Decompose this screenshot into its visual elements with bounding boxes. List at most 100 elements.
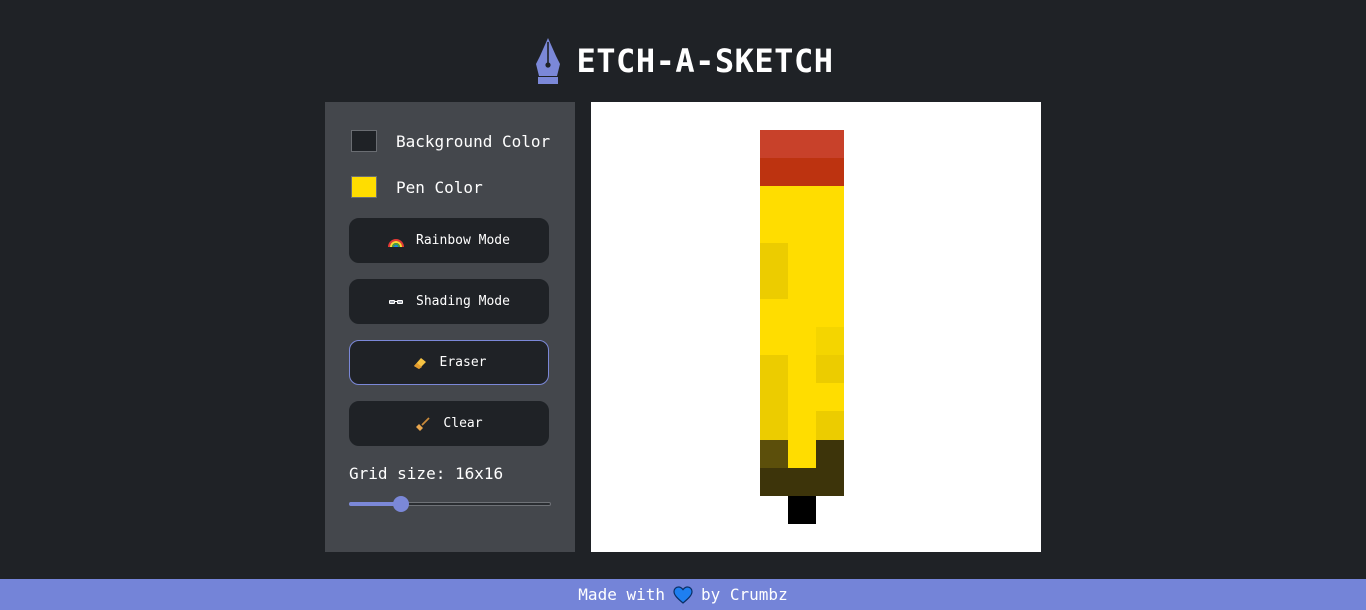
grid-cell[interactable] — [816, 186, 845, 215]
grid-cell[interactable] — [844, 102, 873, 131]
grid-cell[interactable] — [984, 467, 1013, 496]
grid-cell[interactable] — [591, 327, 620, 356]
grid-cell[interactable] — [900, 327, 929, 356]
grid-cell[interactable] — [591, 355, 620, 384]
grid-cell[interactable] — [928, 158, 957, 187]
grid-cell[interactable] — [1012, 102, 1041, 131]
grid-cell[interactable] — [872, 102, 901, 131]
grid-cell[interactable] — [703, 102, 732, 131]
grid-cell[interactable] — [816, 411, 845, 440]
grid-cell[interactable] — [591, 214, 620, 243]
grid-cell[interactable] — [956, 298, 985, 327]
grid-cell[interactable] — [816, 383, 845, 412]
grid-cell[interactable] — [844, 130, 873, 159]
grid-cell[interactable] — [900, 383, 929, 412]
grid-cell[interactable] — [900, 298, 929, 327]
grid-cell[interactable] — [1012, 439, 1041, 468]
grid-cell[interactable] — [675, 383, 704, 412]
grid-cell[interactable] — [675, 158, 704, 187]
grid-cell[interactable] — [703, 439, 732, 468]
grid-cell[interactable] — [591, 298, 620, 327]
grid-cell[interactable] — [956, 186, 985, 215]
grid-cell[interactable] — [619, 355, 648, 384]
grid-cell[interactable] — [675, 439, 704, 468]
grid-cell[interactable] — [759, 355, 788, 384]
grid-cell[interactable] — [844, 439, 873, 468]
grid-cell[interactable] — [647, 186, 676, 215]
grid-cell[interactable] — [731, 214, 760, 243]
grid-cell[interactable] — [844, 327, 873, 356]
grid-cell[interactable] — [731, 495, 760, 524]
grid-cell[interactable] — [900, 242, 929, 271]
grid-cell[interactable] — [675, 130, 704, 159]
grid-cell[interactable] — [787, 270, 816, 299]
grid-cell[interactable] — [647, 242, 676, 271]
grid-cell[interactable] — [928, 439, 957, 468]
grid-cell[interactable] — [787, 130, 816, 159]
grid-cell[interactable] — [872, 411, 901, 440]
grid-cell[interactable] — [787, 186, 816, 215]
grid-cell[interactable] — [816, 102, 845, 131]
grid-cell[interactable] — [872, 467, 901, 496]
grid-cell[interactable] — [619, 383, 648, 412]
grid-cell[interactable] — [787, 158, 816, 187]
grid-cell[interactable] — [759, 298, 788, 327]
grid-cell[interactable] — [900, 439, 929, 468]
grid-cell[interactable] — [647, 158, 676, 187]
grid-cell[interactable] — [816, 327, 845, 356]
grid-cell[interactable] — [731, 467, 760, 496]
grid-cell[interactable] — [872, 270, 901, 299]
grid-cell[interactable] — [872, 242, 901, 271]
grid-size-slider[interactable] — [349, 496, 551, 512]
grid-cell[interactable] — [759, 411, 788, 440]
grid-cell[interactable] — [675, 270, 704, 299]
grid-cell[interactable] — [872, 439, 901, 468]
grid-cell[interactable] — [816, 495, 845, 524]
grid-cell[interactable] — [844, 495, 873, 524]
grid-cell[interactable] — [675, 102, 704, 131]
grid-cell[interactable] — [675, 411, 704, 440]
grid-cell[interactable] — [984, 214, 1013, 243]
grid-cell[interactable] — [1012, 270, 1041, 299]
grid-cell[interactable] — [787, 327, 816, 356]
grid-cell[interactable] — [928, 102, 957, 131]
grid-cell[interactable] — [619, 439, 648, 468]
grid-cell[interactable] — [816, 439, 845, 468]
grid-cell[interactable] — [1012, 355, 1041, 384]
grid-cell[interactable] — [844, 383, 873, 412]
pen-color-picker[interactable] — [351, 176, 377, 198]
grid-cell[interactable] — [816, 130, 845, 159]
grid-cell[interactable] — [787, 383, 816, 412]
grid-cell[interactable] — [816, 298, 845, 327]
grid-cell[interactable] — [956, 383, 985, 412]
grid-cell[interactable] — [647, 523, 676, 552]
grid-cell[interactable] — [816, 214, 845, 243]
grid-cell[interactable] — [928, 130, 957, 159]
grid-cell[interactable] — [1012, 327, 1041, 356]
grid-cell[interactable] — [900, 467, 929, 496]
grid-cell[interactable] — [928, 467, 957, 496]
background-color-picker[interactable] — [351, 130, 377, 152]
grid-cell[interactable] — [619, 523, 648, 552]
grid-cell[interactable] — [984, 102, 1013, 131]
grid-cell[interactable] — [1012, 186, 1041, 215]
grid-cell[interactable] — [956, 270, 985, 299]
grid-cell[interactable] — [647, 411, 676, 440]
grid-cell[interactable] — [872, 355, 901, 384]
grid-cell[interactable] — [984, 130, 1013, 159]
grid-cell[interactable] — [647, 298, 676, 327]
grid-cell[interactable] — [1012, 242, 1041, 271]
grid-cell[interactable] — [900, 355, 929, 384]
grid-cell[interactable] — [956, 242, 985, 271]
grid-cell[interactable] — [703, 327, 732, 356]
grid-cell[interactable] — [619, 298, 648, 327]
grid-cell[interactable] — [591, 186, 620, 215]
grid-cell[interactable] — [647, 214, 676, 243]
grid-cell[interactable] — [844, 298, 873, 327]
grid-cell[interactable] — [591, 411, 620, 440]
grid-cell[interactable] — [647, 327, 676, 356]
grid-cell[interactable] — [816, 355, 845, 384]
grid-cell[interactable] — [956, 411, 985, 440]
grid-cell[interactable] — [956, 439, 985, 468]
grid-cell[interactable] — [844, 158, 873, 187]
